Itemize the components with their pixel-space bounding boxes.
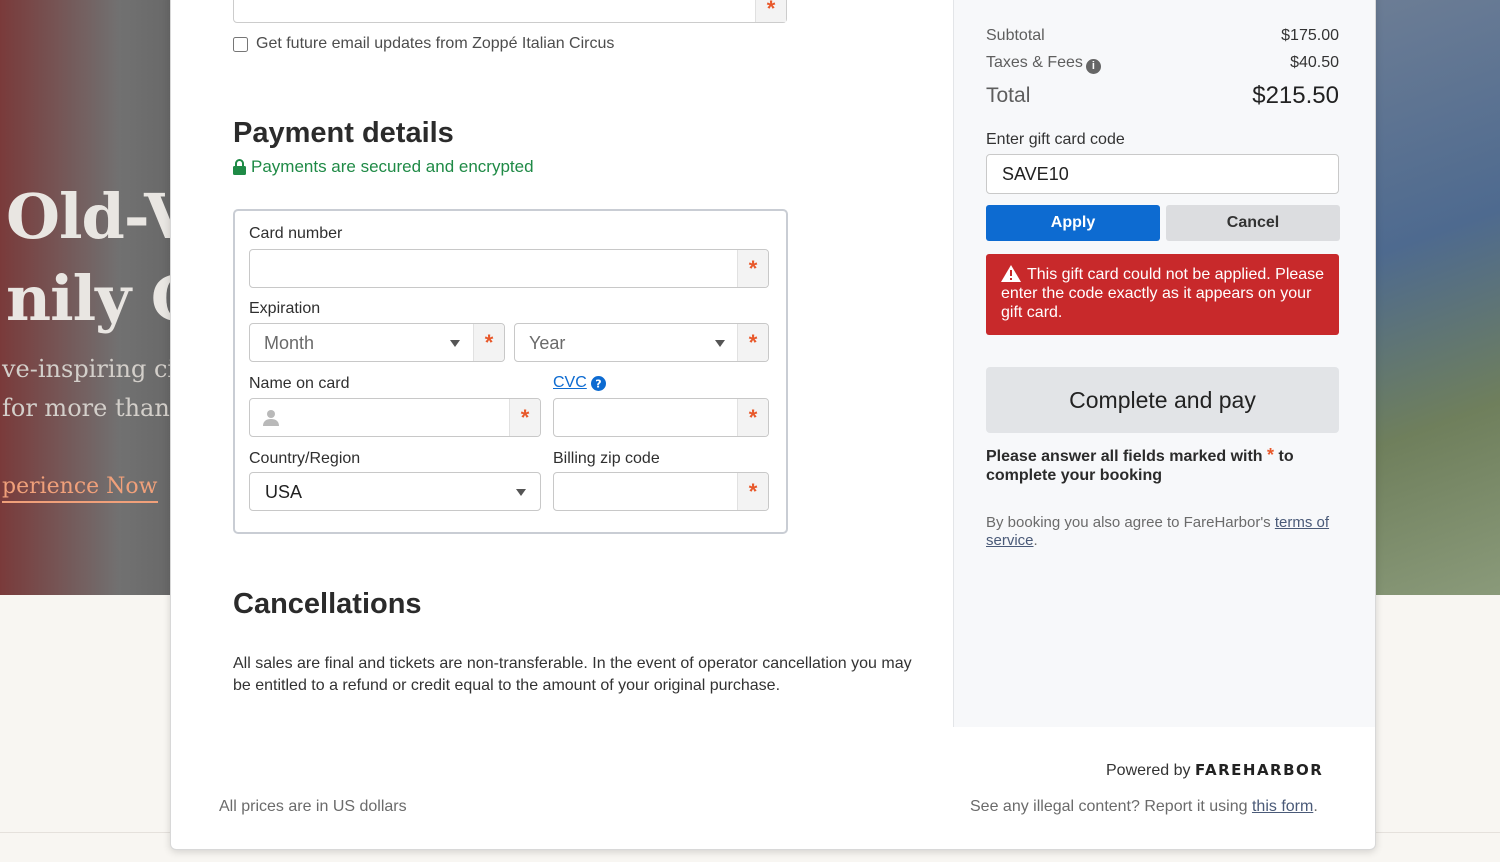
prices-currency-note: All prices are in US dollars — [219, 798, 407, 815]
cvc-input[interactable]: * — [553, 398, 769, 437]
apply-button[interactable]: Apply — [986, 205, 1160, 241]
previous-field-input[interactable]: * — [233, 0, 787, 23]
month-value: Month — [264, 333, 315, 353]
user-icon — [263, 410, 279, 426]
card-number-label: Card number — [249, 225, 343, 242]
required-indicator: * — [473, 324, 504, 361]
cancellations-heading: Cancellations — [233, 588, 422, 620]
question-icon[interactable]: ? — [590, 375, 606, 391]
zip-label: Billing zip code — [553, 450, 660, 467]
complete-and-pay-button[interactable]: Complete and pay — [986, 367, 1339, 433]
report-content-notice: See any illegal content? Report it using… — [970, 798, 1318, 816]
terms-text: By booking you also agree to FareHarbor'… — [986, 514, 1271, 531]
fareharbor-logo[interactable]: FAREHARBOR — [1195, 761, 1323, 779]
taxes-fees-group: Taxes & Fees i — [986, 54, 1101, 74]
error-message: This gift card could not be applied. Ple… — [1001, 266, 1325, 321]
report-period: . — [1313, 798, 1318, 815]
subtotal-value: $175.00 — [1281, 27, 1339, 44]
powered-by-text: Powered by — [1106, 762, 1191, 779]
required-indicator: * — [737, 324, 768, 361]
cancellations-text: All sales are final and tickets are non-… — [233, 655, 912, 694]
svg-text:?: ? — [595, 377, 601, 390]
hero-title-line1: Old-V — [6, 180, 192, 253]
powered-by: Powered by FAREHARBOR — [1106, 761, 1323, 780]
subtotal-label: Subtotal — [986, 27, 1045, 44]
terms-period: . — [1033, 532, 1038, 549]
total-label: Total — [986, 84, 1031, 107]
required-indicator: * — [737, 473, 768, 510]
email-updates-option[interactable]: Get future email updates from Zoppé Ital… — [233, 35, 614, 53]
background-image-right — [1370, 0, 1500, 595]
chevron-down-icon — [450, 340, 460, 347]
expiration-month-select[interactable]: Month * — [249, 323, 505, 362]
required-fields-note: Please answer all fields marked with * t… — [986, 446, 1326, 485]
note-text-start: Please answer all fields marked with — [986, 448, 1263, 465]
year-value: Year — [529, 333, 566, 353]
cancel-button[interactable]: Cancel — [1166, 205, 1340, 241]
country-label: Country/Region — [249, 450, 361, 467]
total-value: $215.50 — [1252, 82, 1339, 109]
email-updates-checkbox[interactable] — [233, 36, 248, 52]
hero-cta-link[interactable]: perience Now — [2, 474, 158, 503]
terms-notice: By booking you also agree to FareHarbor'… — [986, 514, 1336, 550]
taxes-value: $40.50 — [1290, 54, 1339, 71]
country-select[interactable]: USA — [249, 472, 541, 511]
payment-details-heading: Payment details — [233, 117, 454, 149]
warning-icon — [1001, 265, 1021, 282]
required-asterisk: * — [1267, 445, 1275, 465]
required-indicator: * — [737, 399, 768, 436]
secure-text: Payments are secured and encrypted — [251, 157, 534, 176]
expiration-label: Expiration — [249, 300, 321, 317]
required-indicator: * — [737, 250, 768, 287]
taxes-label: Taxes & Fees — [986, 54, 1083, 71]
secure-notice: Payments are secured and encrypted — [233, 157, 534, 177]
cvc-help-link[interactable]: CVC — [553, 374, 587, 392]
name-on-card-input[interactable]: * — [249, 398, 541, 437]
country-value: USA — [265, 482, 303, 502]
card-number-input[interactable]: * — [249, 249, 769, 288]
info-icon[interactable]: i — [1085, 59, 1101, 74]
report-form-link[interactable]: this form — [1252, 798, 1313, 815]
hero-subtitle-line2: for more than 1 — [2, 394, 193, 422]
required-indicator: * — [755, 0, 786, 22]
lock-icon — [233, 159, 246, 175]
expiration-year-select[interactable]: Year * — [514, 323, 769, 362]
required-indicator: * — [509, 399, 540, 436]
name-on-card-label: Name on card — [249, 375, 350, 392]
cvc-label-group: CVC ? — [553, 374, 606, 392]
gift-card-label: Enter gift card code — [986, 131, 1125, 148]
gift-card-input[interactable] — [986, 154, 1339, 194]
gift-card-error-alert: This gift card could not be applied. Ple… — [986, 254, 1339, 335]
email-updates-label: Get future email updates from Zoppé Ital… — [256, 35, 615, 52]
chevron-down-icon — [516, 489, 526, 496]
report-text: See any illegal content? Report it using — [970, 798, 1248, 815]
chevron-down-icon — [715, 340, 725, 347]
zip-input[interactable]: * — [553, 472, 769, 511]
